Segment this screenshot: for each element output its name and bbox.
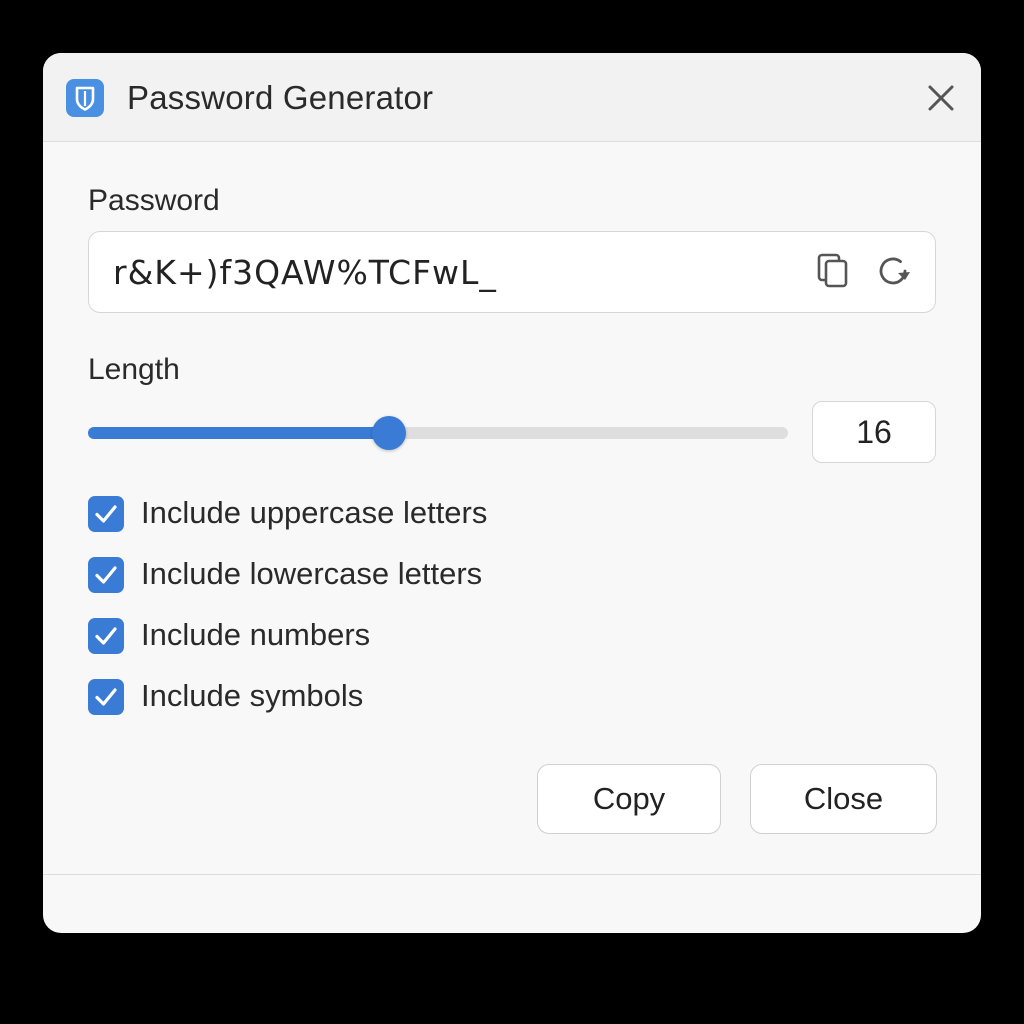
length-slider[interactable] [88,416,788,450]
close-button[interactable]: Close [750,764,937,834]
copy-button[interactable]: Copy [537,764,721,834]
password-value[interactable]: r&K+)f3QAW%TCFwL_ [113,253,497,292]
option-label: Include numbers [141,617,371,652]
option-label: Include symbols [141,678,364,713]
checkbox-lowercase[interactable] [88,557,124,593]
password-label: Password [88,184,220,217]
length-label: Length [88,353,180,386]
slider-fill [88,427,389,439]
password-generator-dialog: Password Generator Password r&K+)f3QAW%T… [43,53,981,933]
slider-thumb[interactable] [372,416,406,450]
footer-divider [43,874,981,875]
checkbox-symbols[interactable] [88,679,124,715]
length-input[interactable]: 16 [812,401,936,463]
title-bar: Password Generator [43,53,981,142]
refresh-icon[interactable] [873,251,913,291]
checkbox-uppercase[interactable] [88,496,124,532]
password-field[interactable]: r&K+)f3QAW%TCFwL_ [88,231,936,313]
window-title: Password Generator [127,79,434,116]
checkbox-numbers[interactable] [88,618,124,654]
shield-icon [66,79,104,117]
option-label: Include uppercase letters [141,495,488,530]
close-icon[interactable] [923,80,959,116]
copy-icon[interactable] [813,251,853,291]
option-label: Include lowercase letters [141,556,483,591]
